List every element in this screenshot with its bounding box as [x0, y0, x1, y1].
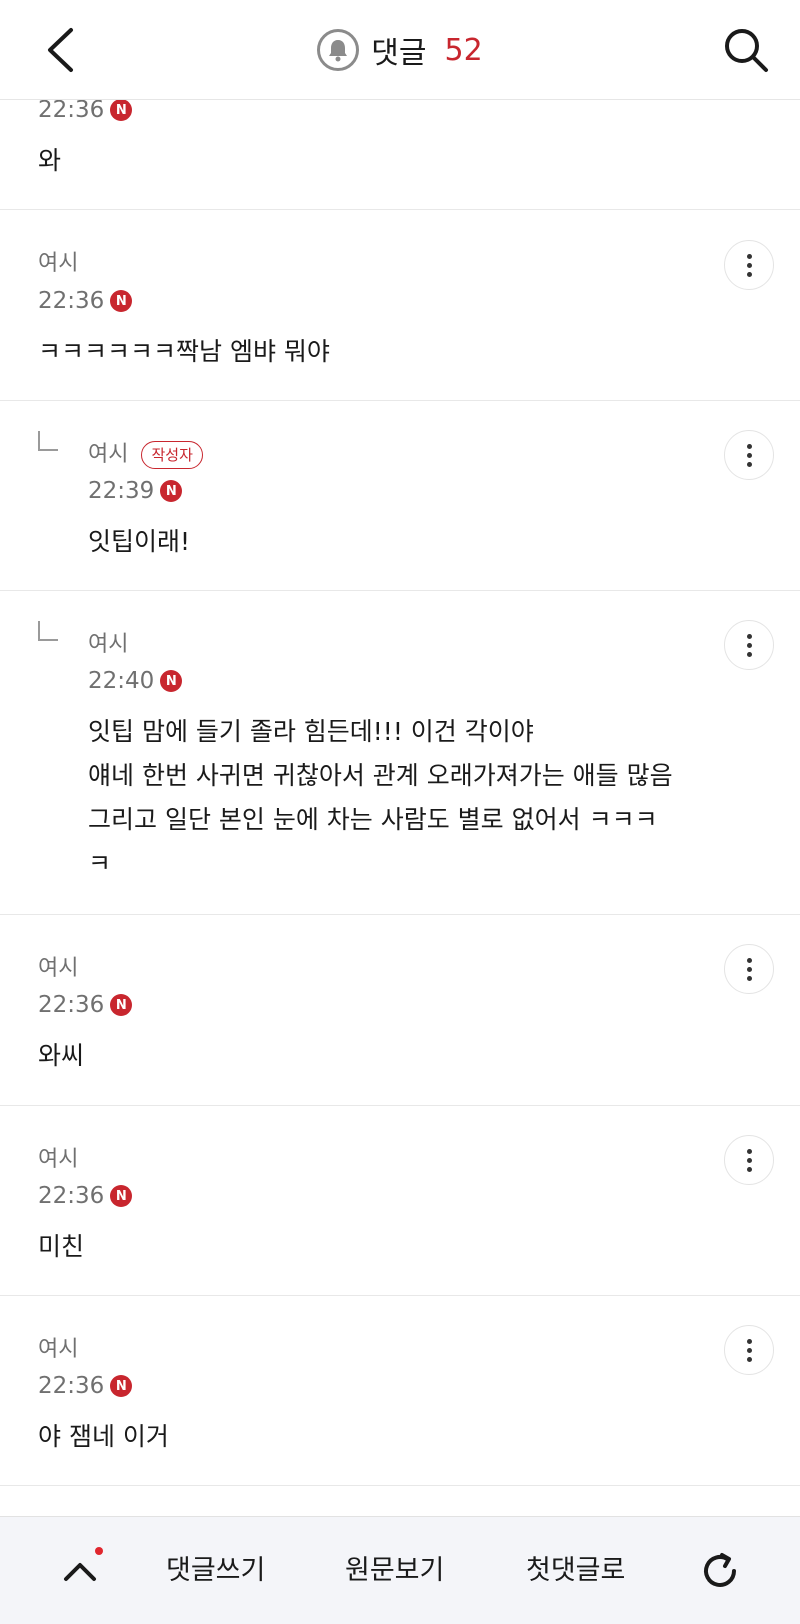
comment-item: 여시 22:36 N 미친: [0, 1106, 800, 1296]
write-comment-button[interactable]: 댓글쓰기: [166, 1551, 265, 1591]
page-title: 댓글: [371, 36, 427, 71]
comment-item-reply: 여시 22:40 N 잇팁 맘에 들기 졸라 힘든데!!! 이건 각이야 얘네 …: [0, 591, 800, 915]
notification-dot: [95, 1547, 103, 1555]
bell-icon: [329, 40, 348, 62]
comment-meta: 22:36 N: [38, 287, 133, 315]
comment-item-reply: 여시 작성자 22:39 N 잇팁이래!: [0, 401, 800, 591]
more-options-button[interactable]: [724, 944, 774, 994]
search-button[interactable]: [716, 20, 776, 80]
new-badge: N: [110, 1375, 133, 1397]
more-vert-icon-dot: [746, 262, 752, 268]
comment-author-name: 여시: [88, 442, 129, 467]
new-badge: N: [160, 480, 183, 502]
reply-indicator-icon: [38, 431, 58, 451]
comment-meta: 22:36 N: [38, 1182, 133, 1210]
comment-item: 여시 22:36 N 와씨: [0, 915, 800, 1106]
comment-time: 22:36: [38, 992, 105, 1018]
bottom-toolbar: 댓글쓰기 원문보기 첫댓글로: [0, 1516, 800, 1624]
first-comment-button[interactable]: 첫댓글로: [526, 1551, 625, 1591]
more-options-button[interactable]: [724, 1135, 774, 1185]
comment-time: 22:39: [88, 478, 155, 504]
more-vert-icon: [746, 633, 752, 639]
more-vert-icon-dot: [746, 1347, 752, 1353]
comment-body: 와씨: [38, 1041, 85, 1070]
more-vert-icon-dot: [746, 966, 752, 972]
reply-indicator-icon: [38, 621, 58, 641]
comment-item: 여시 22:36 N ㅋㅋㅋㅋㅋㅋ짝남 엠뱌 뭐야: [0, 210, 800, 401]
comment-author[interactable]: 여시 작성자: [88, 441, 203, 469]
new-badge: N: [110, 290, 133, 312]
refresh-icon: [704, 1553, 736, 1587]
more-vert-icon: [746, 957, 752, 963]
more-vert-icon: [746, 253, 752, 259]
writer-tag: 작성자: [141, 441, 203, 469]
more-options-button[interactable]: [724, 240, 774, 290]
new-badge: N: [110, 99, 133, 121]
view-original-button[interactable]: 원문보기: [345, 1551, 444, 1591]
comment-item: 여시 22:36 N 야 잼네 이거: [0, 1296, 800, 1486]
more-options-button[interactable]: [724, 620, 774, 670]
comment-count: 52: [444, 32, 483, 68]
comment-meta: 22:39 N: [88, 477, 183, 505]
comment-author[interactable]: 여시: [38, 1146, 78, 1174]
comment-author[interactable]: 여시: [38, 1336, 78, 1364]
comment-meta: 22:36 N: [38, 991, 133, 1019]
top-header: 댓글 52: [0, 0, 800, 100]
more-vert-icon: [746, 443, 752, 449]
comment-meta: 22:36 N: [38, 96, 133, 124]
comment-time: 22:40: [88, 668, 155, 694]
more-vert-icon-dot: [746, 642, 752, 648]
more-vert-icon-dot: [746, 1166, 752, 1172]
comment-body: 와: [38, 146, 62, 175]
more-options-button[interactable]: [724, 1325, 774, 1375]
chevron-up-icon: [64, 1563, 96, 1581]
comment-body: 미친: [38, 1232, 85, 1261]
more-vert-icon: [746, 1148, 752, 1154]
comment-author[interactable]: 여시: [38, 955, 78, 983]
header-title: 댓글 52: [0, 22, 800, 78]
new-badge: N: [110, 994, 133, 1016]
search-icon: [725, 29, 768, 72]
notification-toggle[interactable]: [317, 29, 360, 71]
more-options-button[interactable]: [724, 430, 774, 480]
more-vert-icon-dot: [746, 1157, 752, 1163]
comment-body: ㅋㅋㅋㅋㅋㅋ짝남 엠뱌 뭐야: [38, 337, 330, 366]
comment-time: 22:36: [38, 1373, 105, 1399]
comment-meta: 22:36 N: [38, 1372, 133, 1400]
new-badge: N: [160, 670, 183, 692]
comment-meta: 22:40 N: [88, 667, 183, 695]
refresh-button[interactable]: [692, 1543, 748, 1599]
more-vert-icon-dot: [746, 1356, 752, 1362]
more-vert-icon-dot: [746, 461, 752, 467]
comment-time: 22:36: [38, 1183, 105, 1209]
more-vert-icon-dot: [746, 651, 752, 657]
comment-body: 야 잼네 이거: [38, 1422, 169, 1451]
more-vert-icon-dot: [746, 452, 752, 458]
more-vert-icon-dot: [746, 975, 752, 981]
comment-author[interactable]: 여시: [38, 250, 78, 278]
comment-time: 22:36: [38, 97, 105, 123]
comment-body: 잇팁 맘에 들기 졸라 힘든데!!! 이건 각이야 얘네 한번 사귀면 귀찮아서…: [88, 717, 673, 878]
new-badge: N: [110, 1185, 133, 1207]
more-vert-icon-dot: [746, 271, 752, 277]
comment-author[interactable]: 여시: [88, 631, 128, 659]
comment-time: 22:36: [38, 288, 105, 314]
comment-body: 잇팁이래!: [88, 527, 191, 556]
more-vert-icon: [746, 1338, 752, 1344]
